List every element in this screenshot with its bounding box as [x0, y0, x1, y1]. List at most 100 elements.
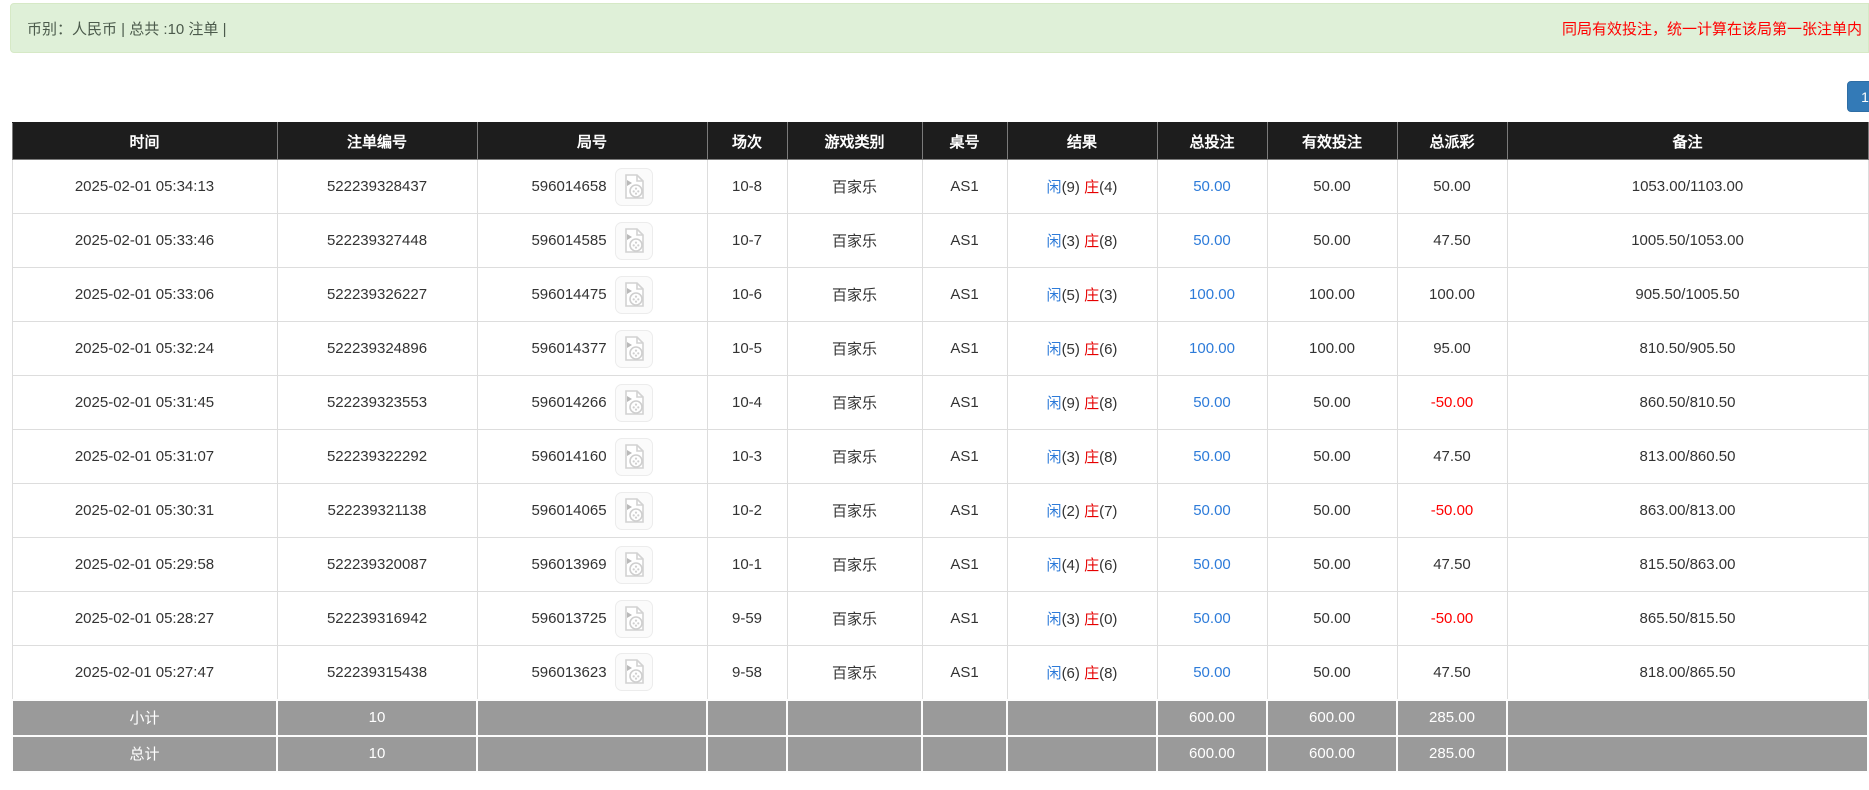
table-header-row: 时间注单编号局号场次游戏类别桌号结果总投注有效投注总派彩备注 [12, 123, 1868, 160]
video-replay-button[interactable] [615, 492, 653, 530]
video-replay-button[interactable] [615, 168, 653, 206]
cell-total-bet: 50.00 [1157, 376, 1267, 430]
cell-result: 闲(2) 庄(7) [1007, 484, 1157, 538]
cell-payout: -50.00 [1397, 484, 1507, 538]
player-result-points: (5) [1062, 287, 1080, 304]
player-result-label: 闲 [1047, 179, 1062, 196]
total-bet-link[interactable]: 50.00 [1193, 556, 1231, 573]
summary-total-bet: 600.00 [1157, 736, 1267, 772]
cell-result: 闲(5) 庄(6) [1007, 322, 1157, 376]
column-header: 有效投注 [1267, 123, 1397, 160]
total-bet-link[interactable]: 50.00 [1193, 232, 1231, 249]
video-replay-button[interactable] [615, 330, 653, 368]
player-result-label: 闲 [1047, 395, 1062, 412]
cell-game-type: 百家乐 [787, 484, 922, 538]
cell-bet-id: 522239324896 [277, 322, 477, 376]
cell-time: 2025-02-01 05:27:47 [12, 646, 277, 700]
summary-valid-bet: 600.00 [1267, 736, 1397, 772]
cell-table-no: AS1 [922, 214, 1007, 268]
cell-total-bet: 50.00 [1157, 160, 1267, 214]
pagination-page-button[interactable]: 1 [1847, 81, 1869, 112]
total-bet-link[interactable]: 50.00 [1193, 448, 1231, 465]
cell-round-id: 596014658 [477, 160, 707, 214]
video-replay-button[interactable] [615, 384, 653, 422]
total-bet-link[interactable]: 50.00 [1193, 178, 1231, 195]
banker-result-label: 庄 [1084, 287, 1099, 304]
player-result-label: 闲 [1047, 557, 1062, 574]
cell-time: 2025-02-01 05:29:58 [12, 538, 277, 592]
column-header: 备注 [1507, 123, 1868, 160]
table-row: 2025-02-01 05:32:24 522239324896 5960143… [12, 322, 1868, 376]
banker-result-points: (0) [1099, 611, 1117, 628]
cell-bet-id: 522239327448 [277, 214, 477, 268]
video-replay-button[interactable] [615, 276, 653, 314]
banker-result-points: (4) [1099, 179, 1117, 196]
player-result-points: (2) [1062, 503, 1080, 520]
column-header: 场次 [707, 123, 787, 160]
cell-round-id: 596014475 [477, 268, 707, 322]
round-number: 596013969 [531, 556, 606, 573]
player-result-points: (5) [1062, 341, 1080, 358]
banker-result-points: (6) [1099, 557, 1117, 574]
round-number: 596014160 [531, 448, 606, 465]
total-bet-link[interactable]: 50.00 [1193, 664, 1231, 681]
cell-payout: 47.50 [1397, 214, 1507, 268]
player-result-label: 闲 [1047, 611, 1062, 628]
total-bet-link[interactable]: 100.00 [1189, 340, 1235, 357]
cell-remark: 810.50/905.50 [1507, 322, 1868, 376]
video-replay-button[interactable] [615, 546, 653, 584]
total-bet-link[interactable]: 50.00 [1193, 610, 1231, 627]
cell-session: 10-1 [707, 538, 787, 592]
cell-result: 闲(9) 庄(8) [1007, 376, 1157, 430]
betting-records-page: 币别：人民币 | 总共 :10 注单 | 同局有效投注，统一计算在该局第一张注单… [0, 0, 1869, 790]
cell-table-no: AS1 [922, 538, 1007, 592]
cell-round-id: 596014065 [477, 484, 707, 538]
cell-remark: 863.00/813.00 [1507, 484, 1868, 538]
cell-total-bet: 50.00 [1157, 214, 1267, 268]
column-header: 结果 [1007, 123, 1157, 160]
cell-table-no: AS1 [922, 484, 1007, 538]
video-replay-button[interactable] [615, 438, 653, 476]
cell-result: 闲(4) 庄(6) [1007, 538, 1157, 592]
player-result-points: (9) [1062, 395, 1080, 412]
video-replay-button[interactable] [615, 600, 653, 638]
total-bet-link[interactable]: 50.00 [1193, 394, 1231, 411]
cell-game-type: 百家乐 [787, 376, 922, 430]
video-replay-button[interactable] [615, 653, 653, 691]
player-result-label: 闲 [1047, 287, 1062, 304]
player-result-points: (3) [1062, 449, 1080, 466]
cell-table-no: AS1 [922, 376, 1007, 430]
cell-bet-id: 522239323553 [277, 376, 477, 430]
cell-remark: 1005.50/1053.00 [1507, 214, 1868, 268]
table-row: 2025-02-01 05:33:46 522239327448 5960145… [12, 214, 1868, 268]
cell-table-no: AS1 [922, 430, 1007, 484]
column-header: 注单编号 [277, 123, 477, 160]
summary-count: 10 [277, 736, 477, 772]
cell-round-id: 596013623 [477, 646, 707, 700]
total-bet-link[interactable]: 50.00 [1193, 502, 1231, 519]
cell-remark: 815.50/863.00 [1507, 538, 1868, 592]
cell-table-no: AS1 [922, 322, 1007, 376]
cell-session: 10-8 [707, 160, 787, 214]
cell-bet-id: 522239328437 [277, 160, 477, 214]
total-bet-link[interactable]: 100.00 [1189, 286, 1235, 303]
column-header: 总派彩 [1397, 123, 1507, 160]
cell-result: 闲(3) 庄(8) [1007, 214, 1157, 268]
cell-result: 闲(9) 庄(4) [1007, 160, 1157, 214]
cell-game-type: 百家乐 [787, 322, 922, 376]
cell-total-bet: 100.00 [1157, 268, 1267, 322]
cell-valid-bet: 50.00 [1267, 376, 1397, 430]
cell-payout: 47.50 [1397, 646, 1507, 700]
column-header: 局号 [477, 123, 707, 160]
column-header: 时间 [12, 123, 277, 160]
cell-time: 2025-02-01 05:32:24 [12, 322, 277, 376]
cell-payout: 47.50 [1397, 538, 1507, 592]
video-replay-button[interactable] [615, 222, 653, 260]
summary-label: 小计 [12, 700, 277, 736]
banker-result-points: (8) [1099, 665, 1117, 682]
player-result-label: 闲 [1047, 233, 1062, 250]
cell-session: 10-2 [707, 484, 787, 538]
table-row: 2025-02-01 05:28:27 522239316942 5960137… [12, 592, 1868, 646]
notice-bar: 币别：人民币 | 总共 :10 注单 | 同局有效投注，统一计算在该局第一张注单… [10, 3, 1869, 53]
cell-remark: 865.50/815.50 [1507, 592, 1868, 646]
